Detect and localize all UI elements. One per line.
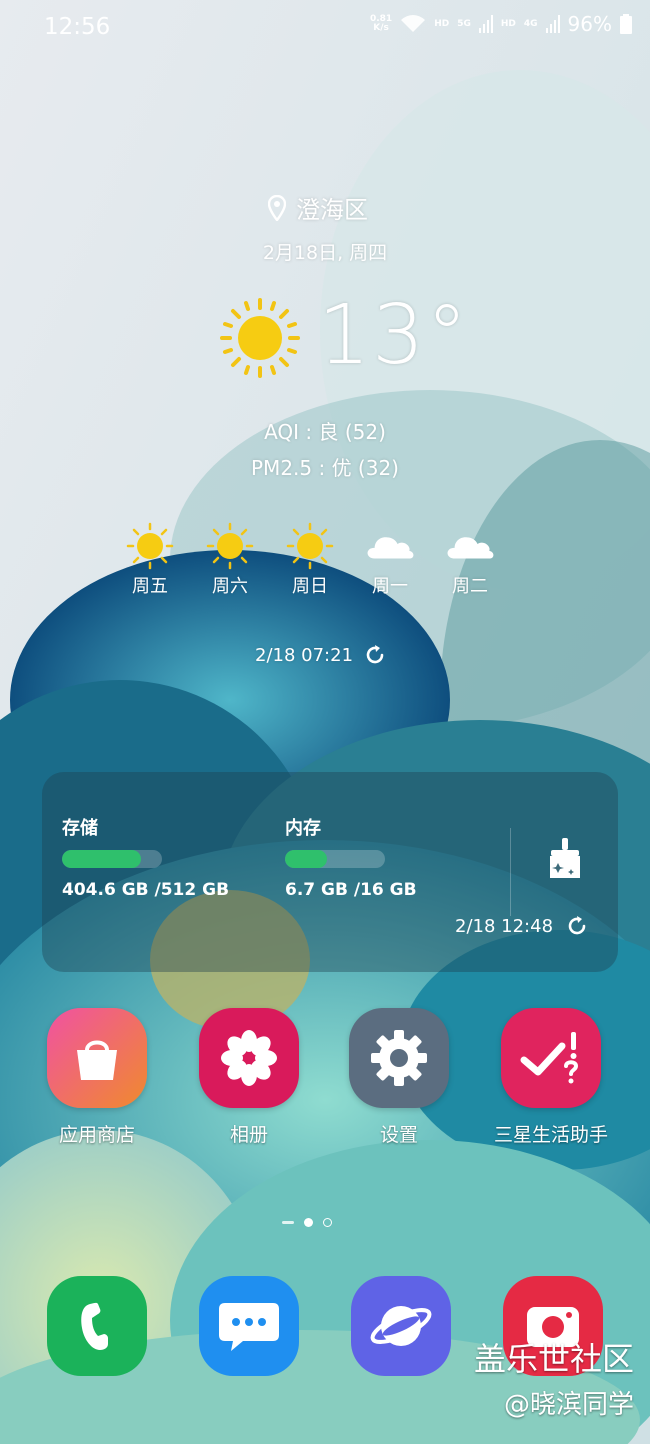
app-label: 应用商店	[58, 1124, 135, 1146]
app-label: 相册	[229, 1124, 268, 1146]
page-indicator[interactable]	[282, 1218, 332, 1227]
network-type-1: 5G	[457, 19, 471, 29]
memory-bar	[285, 850, 385, 868]
app-galaxy-store[interactable]: 应用商店	[22, 1008, 172, 1147]
aqi-text: AQI : 良 (52)	[264, 420, 386, 444]
sun-icon	[220, 298, 300, 378]
status-bar: 12:56 0.81 K/s HD 5G HD 4G 96%	[0, 0, 650, 56]
forecast-day: 周二	[445, 520, 495, 598]
battery-percent: 96%	[567, 12, 612, 36]
weather-updated-time: 2/18 07:21	[255, 644, 354, 666]
memory-value: 6.7 GB /16 GB	[285, 880, 417, 900]
app-tile[interactable]	[47, 1276, 147, 1376]
net-speed: 0.81 K/s	[370, 15, 392, 33]
device-care-updated: 2/18 12:48	[455, 914, 589, 938]
sun-icon	[286, 522, 334, 570]
dock-messages[interactable]	[199, 1276, 299, 1376]
current-temperature: 13°	[318, 288, 470, 383]
gallery-flower-icon	[221, 1030, 277, 1086]
weather-updated: 2/18 07:21	[255, 643, 387, 667]
forecast-day: 周五	[125, 520, 175, 598]
app-samsung-members[interactable]: 三星生活助手	[476, 1008, 626, 1147]
forecast-day: 周六	[205, 520, 255, 598]
divider	[510, 828, 511, 916]
clean-broom-icon[interactable]	[547, 836, 583, 880]
device-care-widget[interactable]: 存储 404.6 GB /512 GB 内存 6.7 GB /16 GB 2/1…	[42, 772, 618, 972]
forecast-row: 周五 周六 周日 周一 周二	[125, 520, 495, 598]
storage-value: 404.6 GB /512 GB	[62, 880, 230, 900]
app-label: 设置	[379, 1124, 418, 1146]
cloud-icon	[367, 537, 414, 559]
status-icons: 0.81 K/s HD 5G HD 4G 96%	[370, 12, 632, 36]
pm25-text: PM2.5 : 优 (32)	[251, 456, 399, 480]
app-tile[interactable]	[349, 1008, 449, 1108]
cloud-icon	[447, 537, 494, 559]
forecast-day-label: 周二	[452, 576, 488, 597]
page-dash[interactable]	[282, 1221, 294, 1224]
storage-label: 存储	[62, 818, 98, 839]
app-tile[interactable]	[199, 1008, 299, 1108]
app-label: 三星生活助手	[493, 1124, 608, 1146]
internet-icon	[370, 1306, 432, 1346]
weather-location[interactable]: 澄海区	[268, 190, 368, 225]
wifi-icon	[401, 15, 426, 32]
page-dot[interactable]	[323, 1218, 332, 1227]
location-pin-icon	[268, 194, 286, 221]
messages-icon	[219, 1303, 279, 1351]
app-tile[interactable]	[47, 1008, 147, 1108]
storage-bar	[62, 850, 162, 868]
dock-internet[interactable]	[351, 1276, 451, 1376]
page-dot-active[interactable]	[304, 1218, 313, 1227]
app-tile[interactable]	[501, 1008, 601, 1108]
memory-bar-fill	[285, 850, 327, 868]
battery-icon	[620, 14, 632, 34]
app-settings[interactable]: 设置	[324, 1008, 474, 1147]
app-tile[interactable]	[199, 1276, 299, 1376]
forecast-day-label: 周五	[132, 576, 168, 597]
app-gallery[interactable]: 相册	[174, 1008, 324, 1147]
memory-label: 内存	[285, 818, 321, 839]
store-bag-icon	[77, 1040, 117, 1080]
hd-badge-1: HD	[434, 19, 450, 29]
storage-bar-fill	[62, 850, 141, 868]
weather-date: 2月18日, 周四	[262, 242, 388, 264]
forecast-day-label: 周一	[372, 576, 408, 597]
refresh-icon[interactable]	[565, 914, 589, 938]
dock-phone[interactable]	[47, 1276, 147, 1376]
gear-icon	[371, 1030, 427, 1086]
device-care-updated-time: 2/18 12:48	[455, 915, 554, 937]
signal-icon-1	[478, 15, 493, 33]
forecast-day: 周一	[365, 520, 415, 598]
watermark-community: 盖乐世社区	[473, 1340, 634, 1378]
hd-badge-2: HD	[500, 19, 516, 29]
app-tile[interactable]	[351, 1276, 451, 1376]
network-type-2: 4G	[523, 19, 538, 29]
net-speed-unit: K/s	[373, 23, 389, 33]
samsung-members-icon	[520, 1032, 579, 1084]
signal-icon-2	[545, 15, 560, 33]
refresh-icon[interactable]	[363, 643, 387, 667]
location-name: 澄海区	[296, 196, 368, 224]
watermark-author: @晓滨同学	[503, 1390, 634, 1420]
forecast-day: 周日	[285, 520, 335, 598]
forecast-day-label: 周日	[292, 576, 328, 597]
sun-icon	[126, 522, 174, 570]
forecast-day-label: 周六	[212, 576, 248, 597]
sun-icon	[206, 522, 254, 570]
phone-icon	[81, 1302, 108, 1350]
status-time: 12:56	[44, 14, 111, 40]
